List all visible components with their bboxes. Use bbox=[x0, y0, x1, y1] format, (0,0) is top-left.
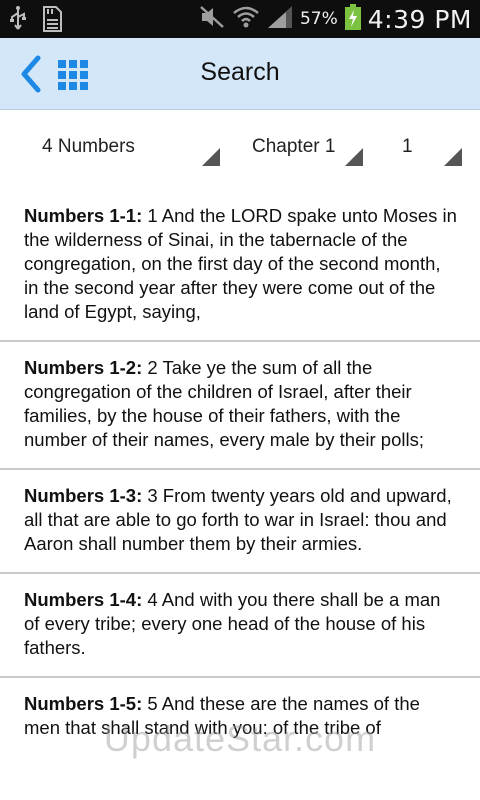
book-select[interactable]: 4 Numbers bbox=[42, 136, 135, 158]
list-item[interactable]: Numbers 1-5: 5 And these are the names o… bbox=[0, 678, 480, 756]
mute-icon bbox=[198, 4, 226, 34]
selector-row: 4 Numbers Chapter 1 1 bbox=[0, 110, 480, 190]
verse-reference: Numbers 1-1: bbox=[24, 205, 143, 226]
chapter-select[interactable]: Chapter 1 bbox=[252, 136, 335, 158]
bottom-fade bbox=[0, 760, 480, 800]
chapter-dropdown-icon[interactable] bbox=[345, 148, 363, 166]
book-select-value: 4 Numbers bbox=[42, 136, 135, 157]
list-item[interactable]: Numbers 1-2: 2 Take ye the sum of all th… bbox=[0, 342, 480, 470]
usb-icon bbox=[8, 5, 28, 37]
results-list[interactable]: Numbers 1-1: 1 And the LORD spake unto M… bbox=[0, 190, 480, 800]
status-bar: 57% 4:39 PM bbox=[0, 0, 480, 38]
wifi-icon bbox=[232, 4, 260, 34]
app-bar: Search bbox=[0, 38, 480, 110]
verse-select-value: 1 bbox=[402, 136, 413, 157]
battery-percent: 57% bbox=[299, 9, 338, 29]
status-time: 4:39 PM bbox=[367, 4, 472, 34]
list-item[interactable]: Numbers 1-4: 4 And with you there shall … bbox=[0, 574, 480, 678]
signal-icon bbox=[266, 4, 294, 34]
verse-dropdown-icon[interactable] bbox=[444, 148, 462, 166]
verse-reference: Numbers 1-2: bbox=[24, 357, 143, 378]
book-dropdown-icon[interactable] bbox=[202, 148, 220, 166]
status-right-icons: 57% 4:39 PM bbox=[198, 0, 472, 38]
verse-reference: Numbers 1-4: bbox=[24, 589, 143, 610]
chapter-select-value: Chapter 1 bbox=[252, 136, 336, 157]
verse-select[interactable]: 1 bbox=[402, 136, 413, 158]
sd-card-icon bbox=[40, 5, 64, 37]
list-item[interactable]: Numbers 1-3: 3 From twenty years old and… bbox=[0, 470, 480, 574]
list-item[interactable]: Numbers 1-1: 1 And the LORD spake unto M… bbox=[0, 190, 480, 342]
verse-reference: Numbers 1-3: bbox=[24, 485, 143, 506]
verse-reference: Numbers 1-5: bbox=[24, 693, 143, 714]
page-title: Search bbox=[200, 58, 280, 86]
battery-charging-icon bbox=[344, 3, 362, 35]
status-left-icons bbox=[8, 5, 64, 37]
